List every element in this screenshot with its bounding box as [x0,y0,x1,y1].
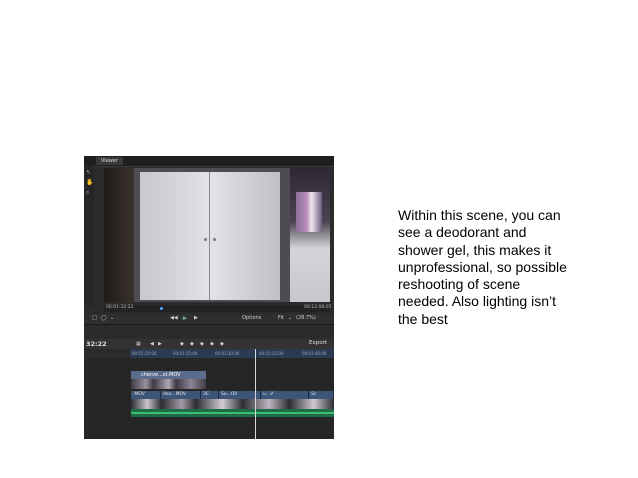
top-clip[interactable]: cherve...st.MOV [131,371,206,379]
tab-viewer[interactable]: Viewer [96,157,123,165]
video-wardrobe [140,172,280,300]
ruler-tick: 00:01:30:00 [215,351,240,356]
options-menu[interactable]: Options [242,315,261,321]
caption-line: Within this scene, you can [398,207,561,223]
pointer-tool-icon[interactable]: ↖ [86,170,92,176]
skip-back-icon[interactable]: ◀◀ [170,315,178,321]
scrub-marker[interactable] [160,307,163,310]
marker-icon[interactable]: ◆ [180,341,184,347]
connect-icon[interactable]: ◆ [220,341,224,347]
loop-icon[interactable]: □ [92,315,97,321]
caption-line: reshooting of scene [398,276,521,293]
main-clip[interactable]: deo...MOV [161,391,201,399]
caption-line: see a deodorant and [398,224,527,241]
viewer-video-frame [104,168,330,302]
next-edit-icon[interactable]: ▶ [158,341,162,347]
volume-icon[interactable]: 🔈 [182,315,188,321]
export-button[interactable]: Export [309,340,327,346]
timecode-right: 00:12:08:05 [304,305,332,310]
video-shelf [290,168,330,302]
main-clip[interactable]: Sc [309,391,334,399]
hand-tool-icon[interactable]: ✋ [86,180,93,186]
editor-screenshot: Viewer ↖ ✋ ⌕ 00:01:32:22 00:12:08:05 □ ◯… [84,156,334,439]
main-clip[interactable]: .MOV [131,391,161,399]
caption-line: unprofessional, so possible [398,258,567,275]
tool-strip [84,166,94,306]
insert-icon[interactable]: ◆ [190,341,194,347]
prev-edit-icon[interactable]: ◀ [150,341,154,347]
main-clip[interactable]: u...V [261,391,309,399]
video-knob [204,238,207,241]
main-clip-thumbnails[interactable] [131,399,334,409]
caption-line: needed. Also lighting isn’t [398,293,556,310]
ruler-tick: 00:01:20:00 [132,351,157,356]
dropdown-chevron-icon[interactable]: ⌄ [110,315,114,321]
video-wall-area [104,168,134,302]
caption-text: Within this scene, you can see a deodora… [398,207,588,328]
overwrite-icon[interactable]: ◆ [210,341,214,347]
ruler-tick: 00:01:40:00 [302,351,327,356]
timeline-toolbar [84,339,334,349]
fit-menu[interactable]: Fit [278,315,284,321]
audio-waveform [131,412,334,414]
video-knob [213,238,216,241]
ruler-tick: 00:01:25:00 [173,351,198,356]
video-shelf-items [296,192,322,232]
play-icon[interactable]: ▶ [194,315,198,321]
ruler-tick: 00:01:35:00 [259,351,284,356]
caption-line: the best [398,310,448,327]
timeline-current-time: 32:22 [86,340,107,348]
append-icon[interactable]: ◆ [200,341,204,347]
zoom-tool-icon[interactable]: ⌕ [86,190,92,196]
playhead[interactable] [255,349,256,439]
fit-chevron-icon[interactable]: ⌄ [288,315,292,321]
timecode-left: 00:01:32:22 [106,305,134,310]
timeline-tool-icon[interactable]: ▦ [136,341,141,347]
top-clip-thumbnails[interactable] [131,379,206,389]
view-icon[interactable]: ◯ [101,315,107,321]
video-wardrobe-split [209,172,210,300]
viewer-scrubber[interactable] [104,305,330,312]
caption-line: shower gel, this makes it [398,241,552,258]
zoom-percent[interactable]: (28.7%) [296,315,316,321]
main-clip[interactable]: 3C [201,391,219,399]
